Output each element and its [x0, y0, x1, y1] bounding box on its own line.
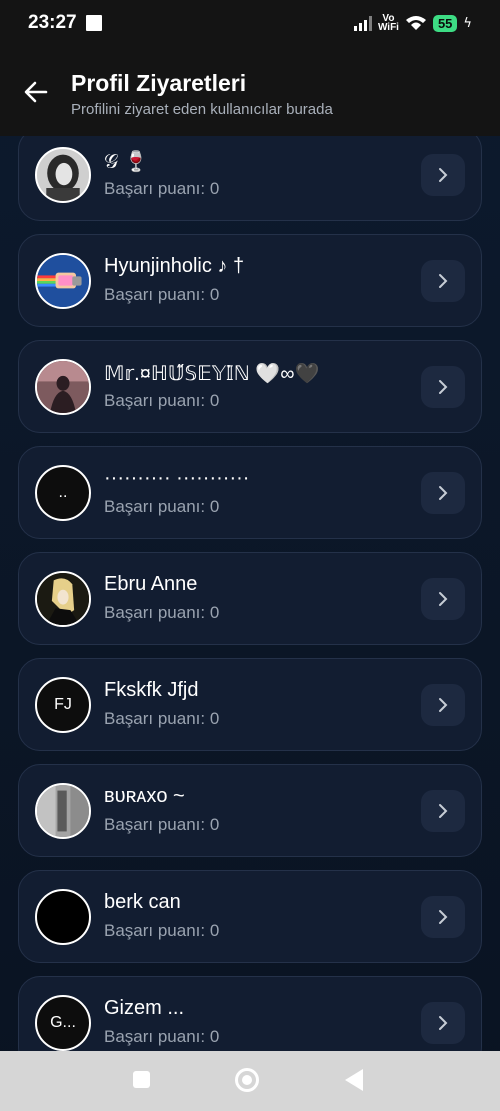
open-profile-button[interactable]: [421, 896, 465, 938]
avatar: G...: [35, 995, 91, 1051]
avatar: [35, 147, 91, 203]
visitor-card[interactable]: G... Gizem ... Başarı puanı: 0: [18, 976, 482, 1051]
visitor-score: Başarı puanı: 0: [104, 391, 220, 410]
signal-icon: [353, 15, 372, 31]
visitor-name: Fkskfk Jfjd: [104, 679, 199, 701]
app-header: Profil Ziyaretleri Profilini ziyaret ede…: [0, 46, 500, 136]
open-profile-button[interactable]: [421, 684, 465, 726]
chevron-right-icon: [439, 486, 448, 500]
page-title: Profil Ziyaretleri: [71, 70, 247, 96]
open-profile-button[interactable]: [421, 366, 465, 408]
chevron-right-icon: [439, 380, 448, 394]
avatar: [35, 571, 91, 627]
vowifi-icon: Vo WiFi: [377, 13, 399, 33]
visitor-card[interactable]: FJ Fkskfk Jfjd Başarı puanı: 0: [18, 658, 482, 751]
visitor-score: Başarı puanı: 0: [104, 709, 220, 728]
back-button[interactable]: [22, 78, 50, 106]
system-nav-bar: [0, 1051, 500, 1111]
chevron-right-icon: [439, 910, 448, 924]
notification-icon: [85, 15, 102, 31]
avatar: ..: [35, 465, 91, 521]
system-back-button[interactable]: [345, 1069, 363, 1091]
visitor-name: Ebru Anne: [104, 573, 198, 595]
status-bar: 23:27 Vo WiFi 55 ϟ: [0, 0, 500, 46]
recents-button[interactable]: [133, 1071, 150, 1088]
avatar-photo: [37, 255, 89, 307]
visitor-score: Başarı puanı: 0: [104, 1027, 220, 1046]
avatar-photo: [37, 149, 89, 201]
visitor-score: Başarı puanı: 0: [104, 497, 220, 516]
screen: 23:27 Vo WiFi 55 ϟ Profil Ziyaretleri Pro…: [0, 0, 500, 1111]
visitor-card[interactable]: berk can Başarı puanı: 0: [18, 870, 482, 963]
visitor-card[interactable]: 𝒢 🍷 Başarı puanı: 0: [18, 136, 482, 221]
visitor-score: Başarı puanı: 0: [104, 603, 220, 622]
wifi-icon: [405, 16, 426, 30]
avatar: [35, 889, 91, 945]
battery-icon: 55: [432, 14, 458, 32]
status-time: 23:27: [28, 12, 77, 33]
open-profile-button[interactable]: [421, 578, 465, 620]
chevron-right-icon: [439, 1016, 448, 1030]
visitor-score: Başarı puanı: 0: [104, 179, 220, 198]
visitor-name: Hyunjinholic ♪ †: [104, 255, 245, 277]
arrow-left-icon: [24, 81, 48, 103]
open-profile-button[interactable]: [421, 790, 465, 832]
visitor-score: Başarı puanı: 0: [104, 285, 220, 304]
visitor-name: 𝒢 🍷: [104, 151, 149, 173]
visitor-list[interactable]: 𝒢 🍷 Başarı puanı: 0 Hyunjinholic ♪ † Baş…: [0, 136, 500, 1051]
page-subtitle: Profilini ziyaret eden kullanıcılar bura…: [71, 101, 333, 118]
avatar: [35, 253, 91, 309]
open-profile-button[interactable]: [421, 472, 465, 514]
chevron-right-icon: [439, 698, 448, 712]
chevron-right-icon: [439, 168, 448, 182]
visitor-name: ·········· ···········: [104, 467, 250, 489]
avatar-photo: [37, 361, 89, 413]
status-icons: Vo WiFi 55 ϟ: [353, 13, 472, 33]
chevron-right-icon: [439, 274, 448, 288]
avatar: [35, 783, 91, 839]
visitor-name: 𝕄𝕣.¤ℍ𝕌̋𝕊𝔼𝕐𝕀̇ℕ 🤍∞🖤: [104, 363, 320, 385]
visitor-score: Başarı puanı: 0: [104, 921, 220, 940]
chevron-right-icon: [439, 592, 448, 606]
charging-icon: ϟ: [463, 15, 472, 31]
visitor-name: Gizem ...: [104, 997, 185, 1019]
open-profile-button[interactable]: [421, 1002, 465, 1044]
avatar: [35, 359, 91, 415]
visitor-card[interactable]: ʙᴜʀᴀxᴏ ~ Başarı puanı: 0: [18, 764, 482, 857]
open-profile-button[interactable]: [421, 260, 465, 302]
avatar-photo: [37, 785, 89, 837]
visitor-name: ʙᴜʀᴀxᴏ ~: [104, 785, 185, 807]
visitor-card[interactable]: 𝕄𝕣.¤ℍ𝕌̋𝕊𝔼𝕐𝕀̇ℕ 🤍∞🖤 Başarı puanı: 0: [18, 340, 482, 433]
home-button[interactable]: [235, 1068, 259, 1092]
open-profile-button[interactable]: [421, 154, 465, 196]
visitor-card[interactable]: .. ·········· ··········· Başarı puanı: …: [18, 446, 482, 539]
visitor-score: Başarı puanı: 0: [104, 815, 220, 834]
chevron-right-icon: [439, 804, 448, 818]
visitor-card[interactable]: Ebru Anne Başarı puanı: 0: [18, 552, 482, 645]
avatar-photo: [37, 573, 89, 625]
avatar: FJ: [35, 677, 91, 733]
visitor-name: berk can: [104, 891, 181, 913]
visitor-card[interactable]: Hyunjinholic ♪ † Başarı puanı: 0: [18, 234, 482, 327]
